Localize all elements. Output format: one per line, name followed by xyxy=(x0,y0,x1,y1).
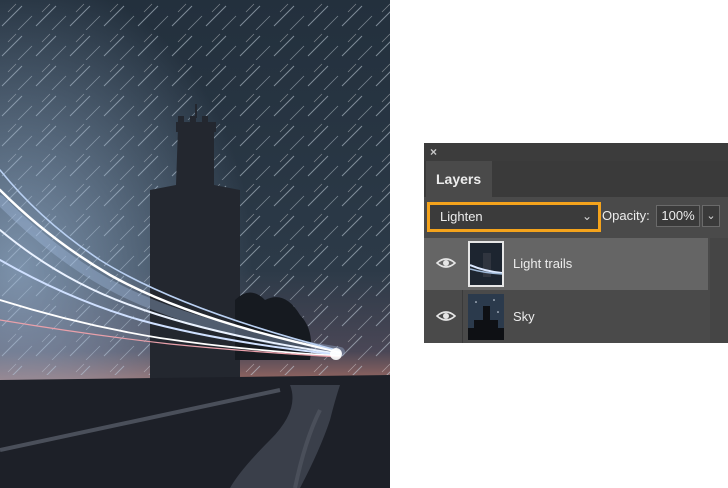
close-icon[interactable]: × xyxy=(430,145,437,159)
layer-row-light-trails[interactable]: Light trails xyxy=(424,238,708,290)
eye-icon[interactable] xyxy=(436,256,456,270)
panel-header: × xyxy=(424,143,728,161)
opacity-dropdown-button[interactable]: ⌄ xyxy=(702,205,720,227)
layer-row-sky[interactable]: Sky xyxy=(424,291,708,343)
blend-mode-dropdown[interactable]: Lighten ⌄ xyxy=(427,202,601,232)
tab-layers[interactable]: Layers xyxy=(426,161,492,197)
layer-thumbnail-light-trails xyxy=(468,241,504,287)
layer-thumbnail-sky xyxy=(468,294,504,340)
layer-name: Sky xyxy=(513,309,535,324)
opacity-label: Opacity: xyxy=(602,208,650,223)
eye-icon[interactable] xyxy=(436,309,456,323)
layer-name: Light trails xyxy=(513,256,573,271)
light-trails-photo xyxy=(0,0,390,488)
photo-canvas xyxy=(0,0,390,488)
panel-tabbar: Layers xyxy=(424,161,728,197)
chevron-down-icon: ⌄ xyxy=(706,210,716,222)
layers-panel: × Layers Lighten ⌄ Opacity: 100% ⌄ Light… xyxy=(424,143,728,343)
blend-mode-value: Lighten xyxy=(440,209,483,224)
chevron-down-icon: ⌄ xyxy=(581,209,592,223)
opacity-input[interactable]: 100% xyxy=(656,205,700,227)
layer-controls: Lighten ⌄ Opacity: 100% ⌄ xyxy=(424,201,728,233)
layers-scrollbar[interactable] xyxy=(710,238,728,343)
